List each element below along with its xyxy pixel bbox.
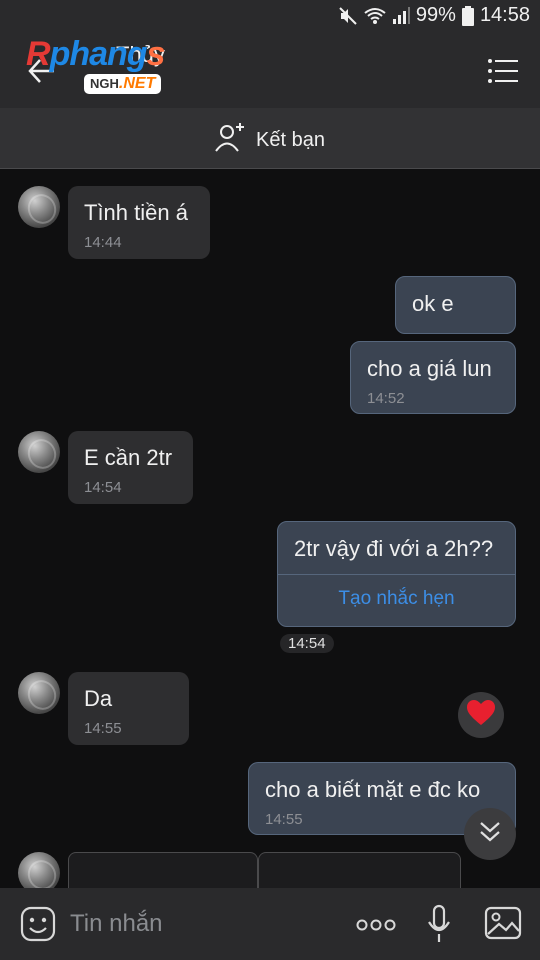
message-time: 14:55 (84, 720, 122, 737)
badge-text: NGH (90, 76, 119, 91)
more-options-icon[interactable] (356, 918, 396, 936)
add-friend-bar[interactable]: Kết bạn (0, 108, 540, 169)
image-message[interactable] (68, 852, 258, 889)
avatar[interactable] (18, 672, 60, 714)
message-bubble-outgoing[interactable]: ok e (395, 276, 516, 334)
avatar[interactable] (18, 186, 60, 228)
image-message[interactable] (258, 852, 461, 889)
clock: 14:58 (479, 4, 530, 26)
add-friend-icon (214, 122, 246, 158)
message-text: Tình tiền á (84, 200, 188, 225)
message-text: cho a giá lun (367, 356, 492, 381)
menu-icon[interactable] (488, 58, 518, 84)
message-input-bar: Tin nhắn (0, 888, 540, 960)
battery-icon (461, 5, 474, 26)
message-text: Da (84, 686, 113, 711)
message-bubble-incoming[interactable]: Da 14:55 (68, 672, 189, 745)
message-time: 14:52 (367, 390, 405, 407)
logo-part-3: s (146, 35, 166, 73)
wifi-icon (364, 7, 386, 25)
message-bubble-incoming[interactable]: Tình tiền á 14:44 (68, 186, 210, 259)
message-time: 14:44 (84, 234, 122, 251)
message-text: cho a biết mặt e đc ko (265, 777, 481, 802)
watermark-logo: Rphangs (26, 35, 166, 73)
chat-header: Thủy Rphangs NGH.NET (0, 34, 540, 108)
avatar[interactable] (18, 431, 60, 473)
reaction-heart-button[interactable] (458, 692, 504, 738)
emoji-icon[interactable] (20, 906, 56, 947)
message-text: 2tr vậy đi với a 2h?? (294, 536, 494, 561)
message-time: 14:55 (265, 811, 303, 828)
add-friend-label: Kết bạn (256, 128, 325, 151)
logo-part-1: R (26, 35, 51, 73)
message-text: ok e (412, 291, 454, 316)
image-gallery-icon[interactable] (484, 906, 522, 945)
status-bar: 99% 14:58 (0, 0, 540, 34)
mute-icon (338, 6, 358, 26)
badge-net: .NET (118, 75, 156, 92)
logo-part-2: phang (49, 35, 148, 73)
message-input[interactable]: Tin nhắn (70, 910, 163, 938)
signal-icon (392, 6, 410, 25)
create-reminder-link[interactable]: Tạo nhắc hẹn (278, 588, 515, 610)
timestamp-chip: 14:54 (280, 634, 334, 653)
scroll-to-bottom-button[interactable] (464, 808, 516, 860)
message-bubble-outgoing[interactable]: cho a giá lun 14:52 (350, 341, 516, 414)
battery-percent: 99% (415, 4, 456, 26)
divider (278, 574, 515, 575)
message-bubble-outgoing[interactable]: 2tr vậy đi với a 2h?? Tạo nhắc hẹn (277, 521, 516, 627)
double-chevron-down-icon (478, 821, 502, 848)
message-text: E cần 2tr (84, 445, 173, 470)
microphone-icon[interactable] (426, 904, 452, 949)
heart-icon (467, 699, 495, 731)
message-bubble-incoming[interactable]: E cần 2tr 14:54 (68, 431, 193, 504)
watermark-badge: NGH.NET (84, 74, 162, 94)
message-time: 14:54 (84, 479, 122, 496)
